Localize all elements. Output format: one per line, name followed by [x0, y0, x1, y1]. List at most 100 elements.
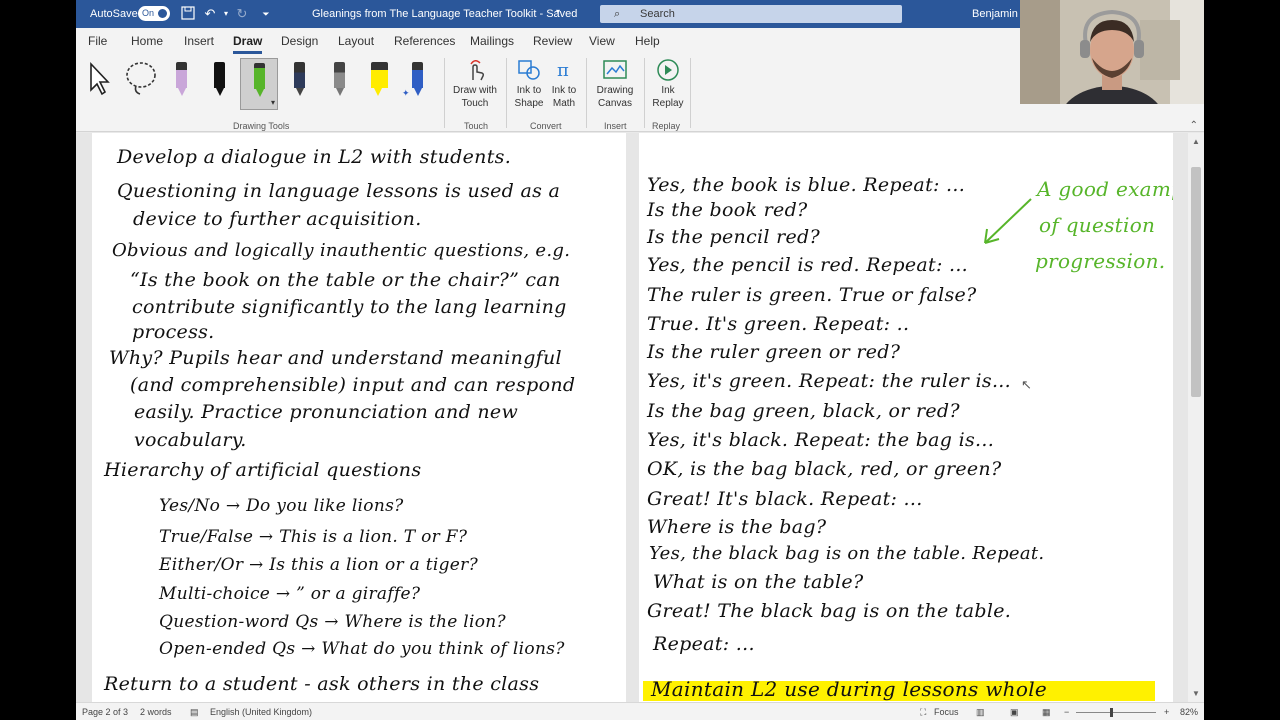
word-count[interactable]: 2 words: [140, 707, 172, 717]
ink-line: Develop a dialogue in L2 with students.: [117, 146, 512, 168]
draw-with-touch-label: Draw with Touch: [453, 85, 497, 109]
pen-tip: [256, 89, 264, 97]
ink-line: Repeat: ...: [653, 633, 755, 655]
customize-toolbar-icon[interactable]: ⏷: [258, 6, 274, 22]
drawing-canvas-label: Drawing Canvas: [596, 85, 634, 109]
tab-view[interactable]: View: [589, 34, 615, 48]
draw-with-touch-button[interactable]: Draw with Touch: [450, 58, 500, 110]
pen-body: [412, 62, 423, 88]
search-input[interactable]: ⌕ Search: [600, 5, 902, 23]
ink-to-math-button[interactable]: π Ink to Math: [548, 58, 580, 110]
page-right[interactable]: Yes, the book is blue. Repeat: ... Is th…: [639, 133, 1173, 702]
select-tool[interactable]: [84, 58, 114, 104]
page-count[interactable]: Page 2 of 3: [82, 707, 128, 717]
pen-tool-dark[interactable]: [284, 58, 314, 104]
pen-tip: [178, 88, 186, 96]
tab-insert[interactable]: Insert: [184, 34, 214, 48]
ink-line: Where is the bag?: [647, 516, 827, 538]
tab-help[interactable]: Help: [635, 34, 660, 48]
ink-line: True/False → This is a lion. T or F?: [159, 527, 468, 547]
autosave-toggle[interactable]: On: [138, 6, 170, 21]
scroll-down-icon[interactable]: ▼: [1188, 689, 1204, 698]
ink-line: Great! It's black. Repeat: ...: [647, 488, 923, 510]
group-label-insert: Insert: [604, 121, 627, 131]
annotation-line: A good example: [1037, 177, 1173, 201]
mouse-cursor-icon: ↖: [1021, 377, 1032, 392]
undo-dropdown-icon[interactable]: ▾: [218, 6, 234, 22]
language-label[interactable]: English (United Kingdom): [210, 707, 312, 717]
ink-line: OK, is the bag black, red, or green?: [647, 458, 1002, 480]
read-mode-icon[interactable]: ▥: [976, 707, 985, 718]
user-name[interactable]: Benjamin L: [972, 8, 1027, 20]
autosave-label: AutoSave: [90, 8, 138, 20]
drawing-canvas-button[interactable]: Drawing Canvas: [592, 58, 638, 110]
web-layout-icon[interactable]: ▦: [1042, 707, 1051, 718]
pen-tool-green-selected[interactable]: ▾: [240, 58, 278, 110]
undo-icon[interactable]: ↶: [202, 6, 218, 22]
ink-line: Yes, it's black. Repeat: the bag is...: [647, 429, 995, 451]
title-dropdown-icon[interactable]: ▾: [556, 7, 560, 16]
save-icon[interactable]: [180, 6, 196, 22]
zoom-out-icon[interactable]: −: [1064, 707, 1069, 717]
ink-replay-button[interactable]: Ink Replay: [650, 58, 686, 110]
group-label-drawing-tools: Drawing Tools: [233, 121, 290, 131]
pen-tool-blue-sparkle[interactable]: ✦: [402, 58, 432, 104]
focus-label[interactable]: Focus: [934, 707, 959, 717]
pencil-tool-grey[interactable]: [324, 58, 354, 104]
chevron-down-icon[interactable]: ▾: [271, 98, 275, 107]
ink-line: Is the pencil red?: [647, 226, 821, 248]
group-separator: [690, 58, 691, 128]
shape-icon: [518, 60, 540, 80]
vertical-scrollbar[interactable]: ▲ ▼: [1188, 133, 1204, 702]
ink-to-shape-label: Ink to Shape: [514, 85, 544, 109]
tab-mailings[interactable]: Mailings: [470, 34, 514, 48]
pen-body: [214, 62, 225, 88]
scroll-thumb[interactable]: [1191, 167, 1201, 397]
ink-replay-label: Ink Replay: [652, 85, 684, 109]
redo-icon[interactable]: ↻: [234, 6, 250, 22]
tab-design[interactable]: Design: [281, 34, 318, 48]
pi-icon: π: [557, 60, 569, 81]
toggle-knob: [158, 9, 167, 18]
page-left[interactable]: Develop a dialogue in L2 with students. …: [92, 133, 626, 702]
pen-tool-black[interactable]: [204, 58, 234, 104]
group-separator: [444, 58, 445, 128]
lasso-select-tool[interactable]: [124, 58, 156, 104]
ink-line: Yes, the pencil is red. Repeat: ...: [647, 254, 969, 276]
pen-tip: [296, 88, 304, 96]
highlighter-tool-yellow[interactable]: [364, 58, 394, 104]
zoom-in-icon[interactable]: +: [1164, 707, 1169, 717]
tab-references[interactable]: References: [394, 34, 455, 48]
ink-line: Return to a student - ask others in the …: [104, 673, 540, 695]
focus-icon[interactable]: ⛶: [920, 707, 926, 718]
ink-line: Yes, the book is blue. Repeat: ...: [647, 174, 966, 196]
tab-review[interactable]: Review: [533, 34, 572, 48]
ink-line: Is the bag green, black, or red?: [647, 400, 960, 422]
ink-line: contribute significantly to the lang lea…: [132, 296, 567, 318]
pen-body: [371, 62, 388, 88]
tab-layout[interactable]: Layout: [338, 34, 374, 48]
zoom-level[interactable]: 82%: [1180, 707, 1198, 717]
pen-body: [334, 62, 345, 88]
ink-line: “Is the book on the table or the chair?”…: [130, 269, 561, 291]
tab-home[interactable]: Home: [131, 34, 163, 48]
scroll-up-icon[interactable]: ▲: [1188, 137, 1204, 146]
collapse-ribbon-icon[interactable]: ⌃: [1190, 120, 1198, 131]
ink-to-math-label: Ink to Math: [551, 85, 577, 109]
group-separator: [586, 58, 587, 128]
ink-to-shape-button[interactable]: Ink to Shape: [512, 58, 546, 110]
presenter-video: [1020, 0, 1204, 104]
ink-line: Question-word Qs → Where is the lion?: [159, 612, 506, 632]
zoom-slider[interactable]: [1076, 712, 1156, 713]
proofing-icon[interactable]: ▤: [190, 707, 199, 718]
ink-line: Open-ended Qs → What do you think of lio…: [159, 639, 565, 659]
tab-file[interactable]: File: [88, 34, 107, 48]
zoom-slider-handle[interactable]: [1110, 708, 1113, 717]
ink-line: Is the book red?: [647, 199, 808, 221]
tab-draw[interactable]: Draw: [233, 34, 263, 54]
print-layout-icon[interactable]: ▣: [1010, 707, 1019, 718]
pen-tool-lilac[interactable]: [166, 58, 196, 104]
document-title[interactable]: Gleanings from The Language Teacher Tool…: [312, 8, 577, 20]
touch-icon: [470, 60, 485, 81]
search-placeholder: Search: [640, 8, 675, 20]
